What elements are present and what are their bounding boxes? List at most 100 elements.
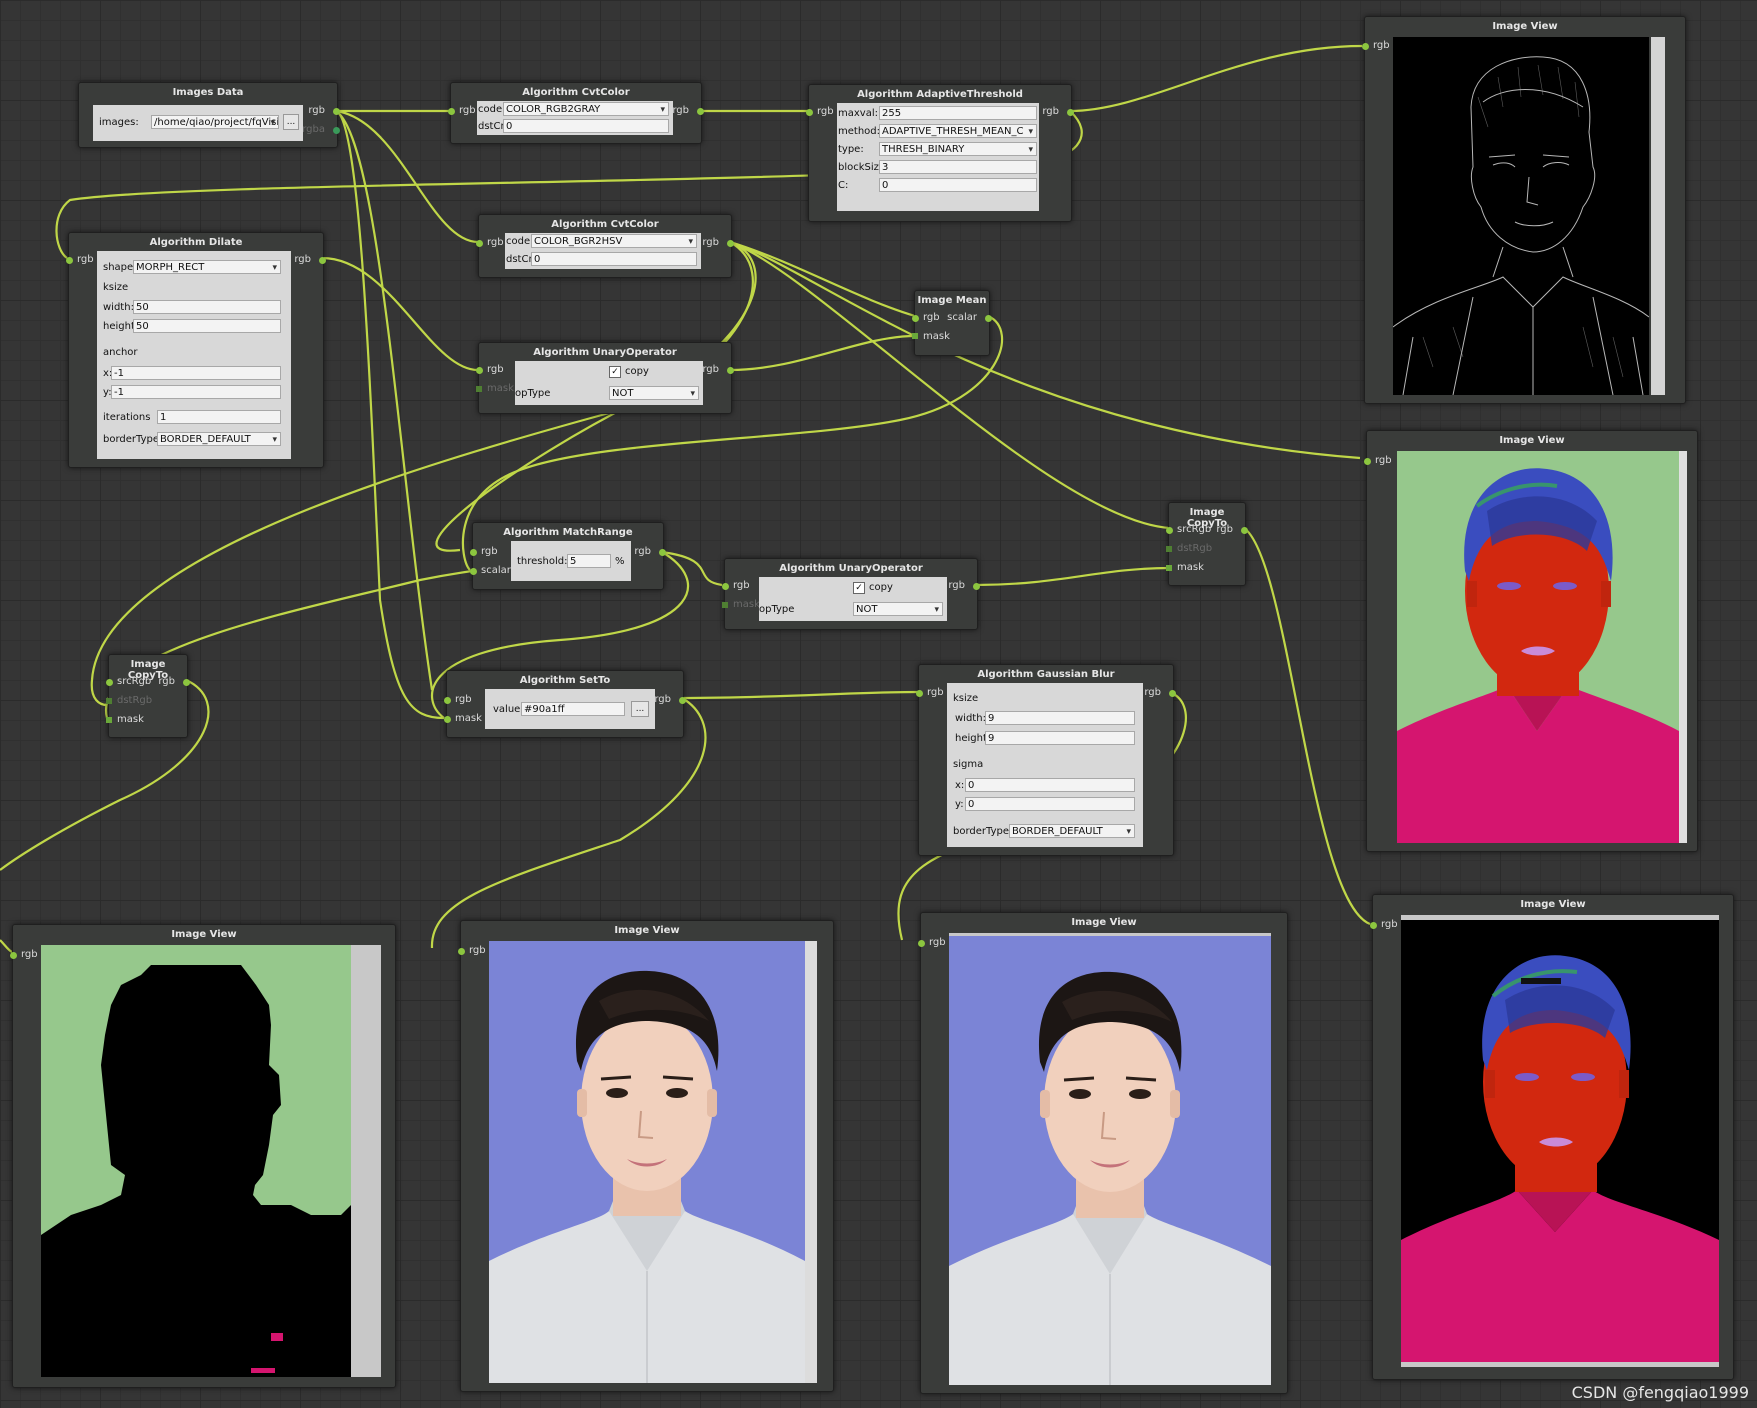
port-rgb-out-dot[interactable] — [659, 549, 666, 556]
port-srcrgb-in-dot[interactable] — [106, 679, 113, 686]
unary-operator-node-2[interactable]: Algorithm UnaryOperator rgb mask ✓ copy … — [722, 558, 980, 630]
bordertype-dropdown[interactable]: BORDER_DEFAULT — [1009, 824, 1135, 838]
port-rgb-out-dot[interactable] — [727, 367, 734, 374]
port-scalar-in-dot[interactable] — [470, 568, 477, 575]
port-srcrgb-in-dot[interactable] — [1166, 527, 1173, 534]
hsv-image — [1397, 451, 1679, 843]
node-panel: code: COLOR_RGB2GRAY dstCn: 0 — [477, 101, 673, 135]
image-view-hsv-node[interactable]: Image View rgb — [1364, 430, 1698, 852]
height-input[interactable]: 9 — [985, 731, 1135, 745]
port-rgb-in-dot[interactable] — [470, 549, 477, 556]
port-rgb-in-dot[interactable] — [1370, 922, 1377, 929]
height-input[interactable]: 50 — [133, 319, 281, 333]
port-rgb-out-dot[interactable] — [697, 108, 704, 115]
port-rgb-in-dot[interactable] — [476, 240, 483, 247]
image-view-edges-node[interactable]: Image View rgb — [1362, 16, 1686, 404]
port-rgb-in: rgb — [455, 694, 472, 705]
port-rgb-in-dot[interactable] — [1362, 43, 1369, 50]
port-rgb-out-dot[interactable] — [319, 257, 326, 264]
image-view-mask-node[interactable]: Image View rgb — [10, 924, 396, 1388]
port-scalar-out-dot[interactable] — [985, 315, 992, 322]
image-view-setto-node[interactable]: Image View rgb — [458, 920, 834, 1392]
width-input[interactable]: 9 — [985, 711, 1135, 725]
port-mask-in-dot[interactable] — [444, 716, 451, 723]
color-picker-button[interactable]: ... — [631, 701, 649, 717]
width-input[interactable]: 50 — [133, 300, 281, 314]
optype-dropdown[interactable]: NOT — [609, 386, 699, 400]
dstcn-input[interactable]: 0 — [503, 119, 669, 133]
code-dropdown[interactable]: COLOR_RGB2GRAY — [503, 102, 669, 116]
method-dropdown[interactable]: ADAPTIVE_THRESH_MEAN_C — [879, 124, 1037, 138]
port-rgb-in-dot[interactable] — [722, 583, 729, 590]
copy-checkbox[interactable]: ✓ — [853, 582, 865, 594]
port-rgb-out-dot[interactable] — [333, 108, 340, 115]
method-label: method: — [838, 126, 880, 137]
anchor-y-input[interactable]: -1 — [111, 385, 281, 399]
port-dstrgb-in-dot[interactable] — [106, 698, 112, 704]
port-rgb-in-dot[interactable] — [918, 940, 925, 947]
browse-button[interactable]: ... — [283, 114, 299, 130]
port-rgb-in-dot[interactable] — [916, 690, 923, 697]
cvtcolor-hsv-node[interactable]: Algorithm CvtColor rgb code: COLOR_BGR2H… — [476, 214, 734, 278]
port-rgb-in-dot[interactable] — [912, 315, 919, 322]
images-data-node[interactable]: Images Data images: /home/qiao/project/f… — [78, 82, 340, 148]
port-rgb-in-dot[interactable] — [1364, 458, 1371, 465]
value-input[interactable]: #90a1ff — [521, 702, 625, 716]
port-mask-in-dot[interactable] — [476, 386, 482, 392]
optype-dropdown[interactable]: NOT — [853, 602, 943, 616]
port-rgb-in-dot[interactable] — [444, 697, 451, 704]
code-dropdown[interactable]: COLOR_BGR2HSV — [531, 234, 697, 248]
image-mean-node[interactable]: Image Mean rgb mask scalar — [912, 290, 992, 356]
dilate-node[interactable]: Algorithm Dilate rgb shape: MORPH_RECT k… — [66, 232, 326, 468]
port-rgb-out-dot[interactable] — [1169, 690, 1176, 697]
match-range-node[interactable]: Algorithm MatchRange rgb scalar threshol… — [470, 522, 666, 590]
port-mask-in-dot[interactable] — [1166, 565, 1172, 571]
blur-image — [949, 933, 1271, 1385]
c-input[interactable]: 0 — [879, 178, 1037, 192]
image-copyto-node-right[interactable]: Image CopyTo srcRgb dstRgb mask rgb — [1166, 502, 1248, 586]
image-copyto-node-left[interactable]: Image CopyTo srcRgb dstRgb mask rgb — [106, 654, 190, 738]
port-rgb-in-dot[interactable] — [458, 948, 465, 955]
image-view-blur-node[interactable]: Image View rgb — [918, 912, 1288, 1394]
port-dstrgb-in-dot[interactable] — [1166, 546, 1172, 552]
port-rgb-in-dot[interactable] — [476, 367, 483, 374]
sigma-x-input[interactable]: 0 — [965, 778, 1135, 792]
port-rgb-in-dot[interactable] — [10, 952, 17, 959]
shape-dropdown[interactable]: MORPH_RECT — [133, 260, 281, 274]
vertical-scrollbar[interactable] — [351, 945, 381, 1377]
image-view-copyto-node[interactable]: Image View rgb — [1370, 894, 1734, 1380]
port-rgb-in-dot[interactable] — [66, 257, 73, 264]
port-rgba-out-dot[interactable] — [333, 127, 340, 134]
dstcn-input[interactable]: 0 — [531, 252, 697, 266]
port-mask-in-dot[interactable] — [106, 717, 112, 723]
threshold-spinbox[interactable]: 5 — [567, 554, 611, 568]
port-rgb-out-dot[interactable] — [973, 583, 980, 590]
threshold-label: threshold: — [517, 556, 568, 567]
port-rgb-out-dot[interactable] — [1067, 109, 1074, 116]
adaptive-threshold-node[interactable]: Algorithm AdaptiveThreshold rgb maxval: … — [806, 84, 1074, 222]
port-rgb-out-dot[interactable] — [727, 240, 734, 247]
maxval-input[interactable]: 255 — [879, 106, 1037, 120]
unary-operator-node-1[interactable]: Algorithm UnaryOperator rgb mask ✓ copy … — [476, 342, 734, 414]
port-rgb-out-dot[interactable] — [1241, 527, 1248, 534]
blocksize-input[interactable]: 3 — [879, 160, 1037, 174]
type-dropdown[interactable]: THRESH_BINARY — [879, 142, 1037, 156]
vertical-scrollbar[interactable] — [805, 941, 817, 1383]
copy-checkbox[interactable]: ✓ — [609, 366, 621, 378]
port-mask-in-dot[interactable] — [912, 333, 918, 339]
gaussian-blur-node[interactable]: Algorithm Gaussian Blur rgb ksize width:… — [916, 664, 1176, 856]
vertical-scrollbar[interactable] — [1679, 451, 1687, 843]
anchor-x-input[interactable]: -1 — [111, 366, 281, 380]
port-rgb-out-dot[interactable] — [183, 679, 190, 686]
port-rgb-in-dot[interactable] — [806, 109, 813, 116]
port-rgb-in-dot[interactable] — [448, 108, 455, 115]
setto-node[interactable]: Algorithm SetTo rgb mask value: #90a1ff … — [444, 670, 686, 738]
cvtcolor-gray-node[interactable]: Algorithm CvtColor rgb code: COLOR_RGB2G… — [448, 82, 704, 144]
vertical-scrollbar[interactable] — [1651, 37, 1665, 395]
port-mask-in-dot[interactable] — [722, 602, 728, 608]
iterations-input[interactable]: 1 — [157, 410, 281, 424]
bordertype-dropdown[interactable]: BORDER_DEFAULT — [157, 432, 281, 446]
images-path-dropdown[interactable]: /home/qiao/project/fqVisio — [151, 115, 279, 129]
port-rgb-out-dot[interactable] — [679, 697, 686, 704]
sigma-y-input[interactable]: 0 — [965, 797, 1135, 811]
